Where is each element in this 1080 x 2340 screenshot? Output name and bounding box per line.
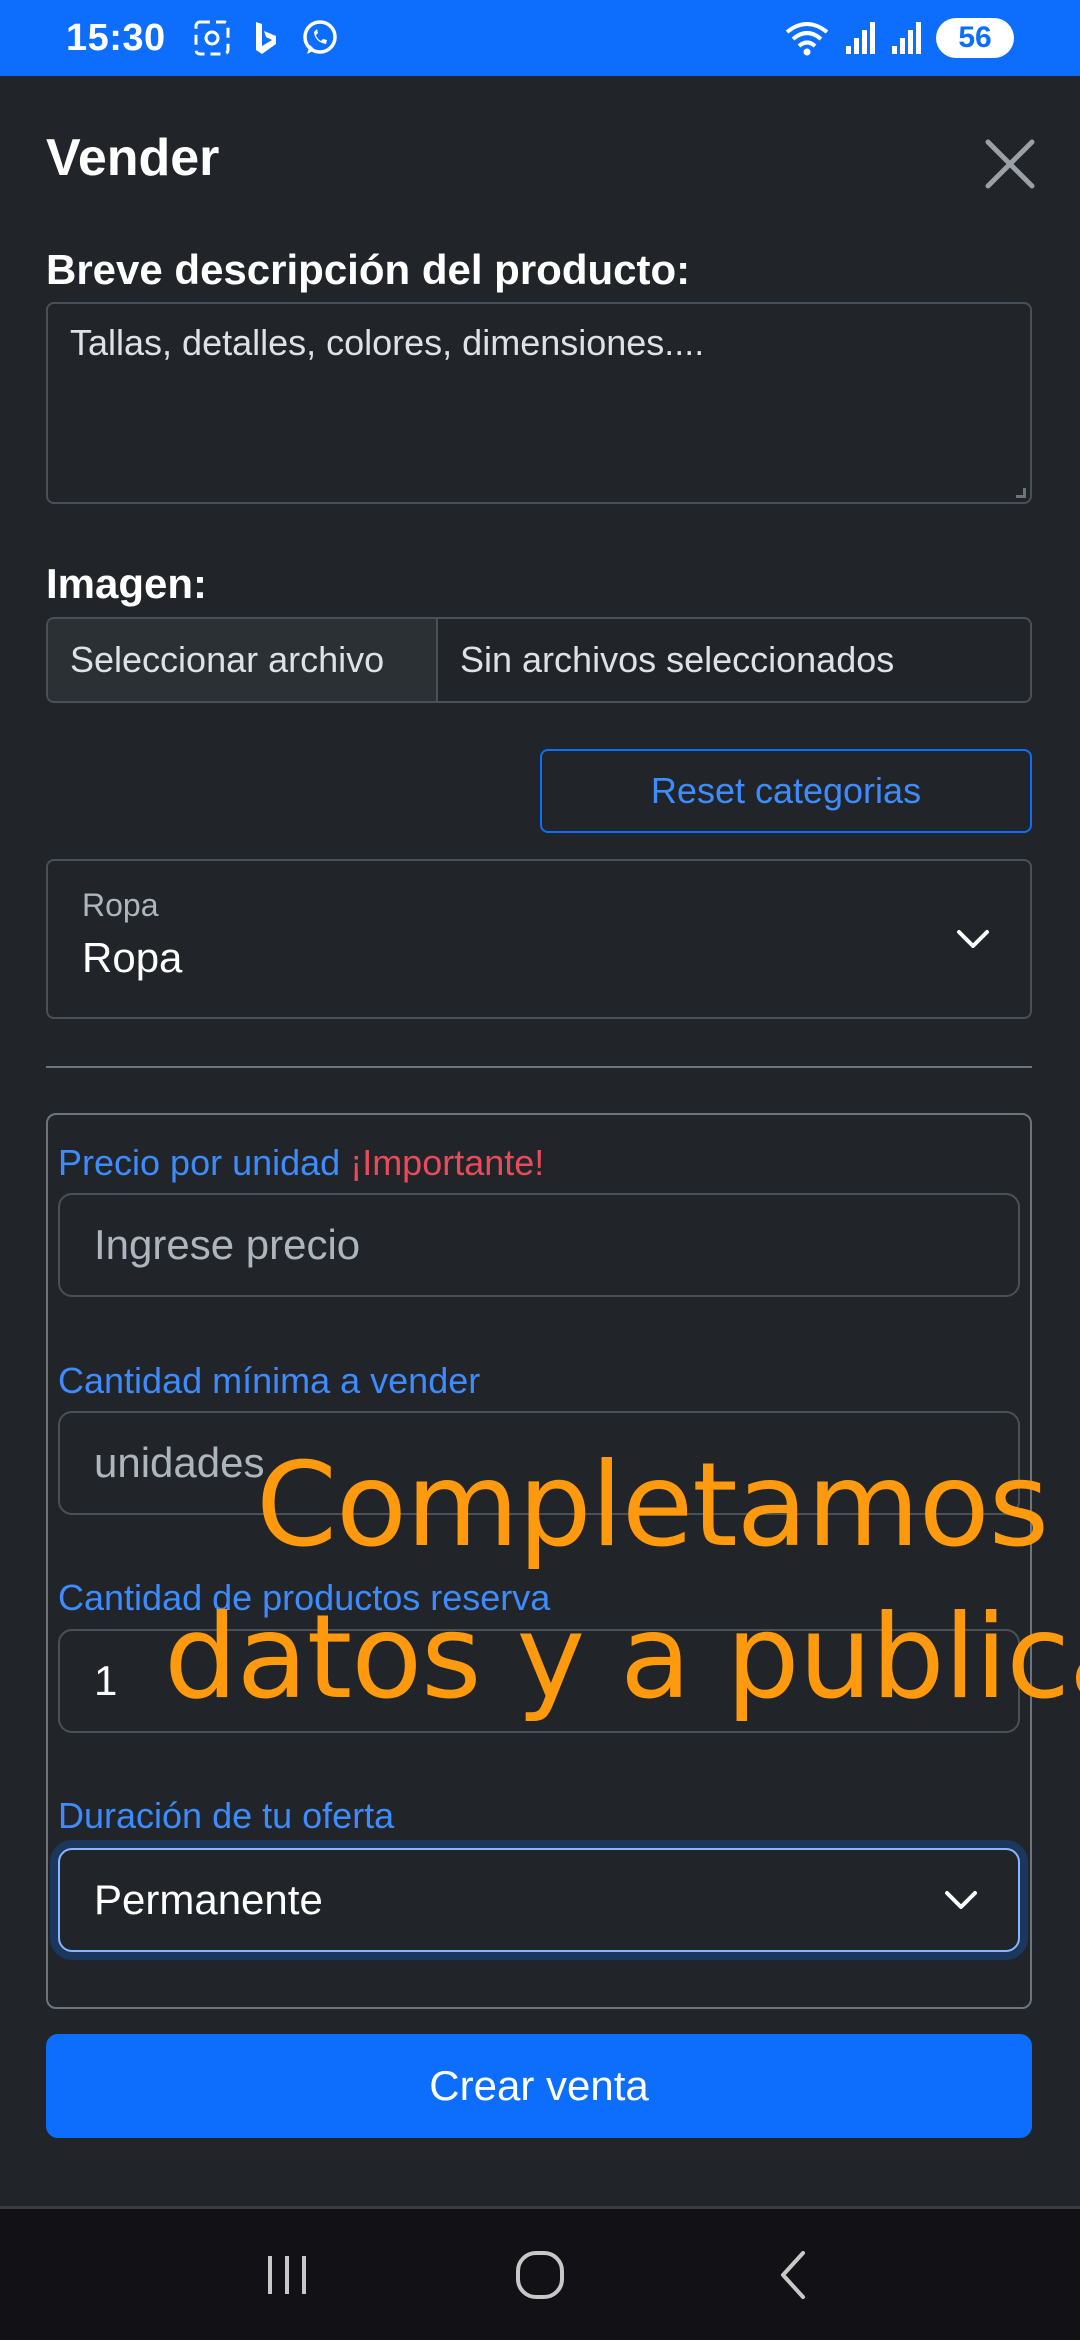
- status-system-icons: 56: [784, 18, 1014, 58]
- category-select[interactable]: Ropa Ropa: [46, 859, 1032, 1019]
- price-placeholder: Ingrese precio: [94, 1221, 361, 1268]
- category-select-label: Ropa: [82, 887, 159, 923]
- duration-select[interactable]: Permanente: [58, 1848, 1020, 1952]
- signal-icon-2: [892, 22, 921, 54]
- create-sale-button[interactable]: Crear venta: [46, 2034, 1032, 2138]
- image-file-input[interactable]: Seleccionar archivo Sin archivos selecci…: [46, 617, 1032, 703]
- image-label: Imagen:: [46, 560, 208, 607]
- close-button[interactable]: [980, 134, 1040, 194]
- chevron-down-icon: [945, 1891, 977, 1909]
- home-icon: [515, 2250, 564, 2299]
- back-button[interactable]: [753, 2235, 833, 2315]
- status-notification-icons: [192, 18, 340, 58]
- close-icon: [985, 139, 1035, 189]
- screenshot-icon: [194, 20, 230, 56]
- description-label: Breve descripción del producto:: [46, 246, 691, 293]
- duration-label: Duración de tu oferta: [58, 1795, 395, 1836]
- file-status-text: Sin archivos seleccionados: [460, 639, 895, 680]
- wifi-icon: [785, 22, 829, 56]
- description-textarea[interactable]: Tallas, detalles, colores, dimensiones..…: [46, 302, 1032, 504]
- home-button[interactable]: [500, 2235, 580, 2315]
- status-time: 15:30: [66, 16, 166, 59]
- divider: [46, 1066, 1032, 1068]
- reserve-quantity-value: 1: [94, 1657, 118, 1704]
- chevron-down-icon: [957, 930, 989, 948]
- bing-icon: [255, 22, 276, 54]
- price-label-text: Precio por unidad: [58, 1142, 341, 1183]
- status-bar: 15:30 56: [0, 0, 1080, 76]
- whatsapp-icon: [302, 20, 337, 54]
- duration-select-value: Permanente: [94, 1876, 323, 1923]
- select-file-button[interactable]: Seleccionar archivo: [48, 619, 438, 701]
- price-input[interactable]: Ingrese precio: [58, 1193, 1020, 1297]
- back-icon: [781, 2250, 806, 2299]
- description-placeholder: Tallas, detalles, colores, dimensiones..…: [70, 322, 705, 363]
- resize-grip[interactable]: [1016, 488, 1026, 498]
- battery-indicator: 56: [936, 18, 1014, 58]
- price-important-text: ¡Importante!: [350, 1142, 545, 1183]
- modal-title: Vender: [46, 129, 220, 187]
- screen: 15:30 56 Vender Breve descripción del pr…: [0, 0, 1080, 2340]
- battery-level: 56: [958, 21, 992, 54]
- recent-apps-button[interactable]: [247, 2235, 327, 2315]
- min-quantity-placeholder: unidades: [94, 1439, 265, 1486]
- overlay-caption-line2: datos y a publicar: [164, 1590, 1080, 1725]
- system-navigation-bar: [0, 2206, 1080, 2340]
- min-quantity-label: Cantidad mínima a vender: [58, 1360, 481, 1401]
- recent-apps-icon: [267, 2255, 306, 2294]
- overlay-caption-line1: Completamos: [256, 1438, 1049, 1573]
- category-select-value: Ropa: [82, 934, 183, 981]
- signal-icon: [846, 22, 875, 54]
- price-label: Precio por unidad ¡Importante!: [58, 1142, 544, 1184]
- reset-categories-button[interactable]: Reset categorias: [540, 749, 1032, 833]
